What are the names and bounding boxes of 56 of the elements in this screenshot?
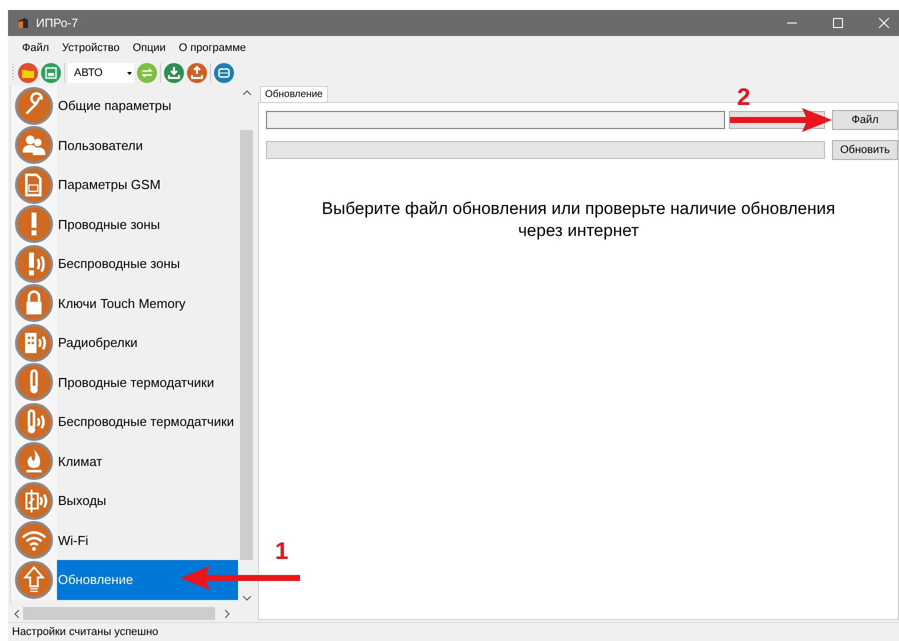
tab[interactable]: Обновление: [260, 86, 328, 102]
grip-icon: [12, 63, 15, 83]
sidebar-item[interactable]: Проводные зоны: [11, 204, 238, 244]
sidebar-item[interactable]: Климат: [11, 442, 238, 481]
status-text: Настройки считаны успешно: [12, 624, 158, 640]
wrench-icon: [15, 86, 53, 125]
download-icon[interactable]: [164, 63, 184, 83]
thermometer-icon: [15, 363, 53, 402]
menu-item[interactable]: Устройство: [56, 40, 126, 56]
mode-select[interactable]: АВТО: [68, 63, 134, 83]
sidebar-item[interactable]: Параметры GSM: [11, 165, 238, 204]
sidebar-item[interactable]: Обновление: [11, 560, 238, 600]
menu-item[interactable]: Опции: [126, 40, 172, 56]
sidebar-item[interactable]: Беспроводные зоны: [11, 244, 238, 284]
sync-icon[interactable]: [137, 63, 157, 83]
scroll-down-icon[interactable]: [242, 596, 250, 601]
device-icon[interactable]: [214, 63, 234, 83]
scroll-up-icon[interactable]: [242, 90, 250, 95]
users-icon: [15, 126, 53, 164]
annotation-number: 1: [275, 540, 288, 564]
flame-icon: [15, 442, 53, 480]
relay-icon: [15, 482, 53, 520]
remote-icon: [15, 324, 53, 362]
update-button[interactable]: Обновить: [832, 140, 898, 160]
sidebar-item[interactable]: Wi-Fi: [11, 520, 238, 560]
sidebar-item[interactable]: Пользователи: [11, 126, 238, 165]
dropdown-caret-icon: [127, 72, 132, 74]
scroll-thumb[interactable]: [23, 607, 215, 620]
exclamation-waves-icon: [15, 244, 53, 283]
menu-item[interactable]: Файл: [16, 40, 56, 56]
upload-icon[interactable]: [187, 63, 207, 83]
annotation-number: 2: [737, 86, 750, 110]
status-message: Выберите файл обновления или проверьте наличие обновления через интернет: [320, 198, 836, 242]
padlock-icon: [15, 284, 53, 322]
file-button[interactable]: Файл: [832, 110, 898, 130]
wifi-icon: [15, 521, 53, 560]
sim-card-icon: [15, 166, 53, 204]
save-icon[interactable]: [41, 63, 61, 83]
file-path-field[interactable]: [266, 111, 725, 129]
sidebar-item[interactable]: Выходы: [11, 481, 238, 520]
scroll-right-icon[interactable]: [225, 610, 230, 618]
maximize-icon[interactable]: [833, 18, 843, 28]
sidebar-item[interactable]: Общие параметры: [11, 86, 238, 126]
sidebar-item[interactable]: Ключи Touch Memory: [11, 284, 238, 323]
sidebar-item[interactable]: Беспроводные термодатчики: [11, 402, 238, 442]
app-icon: [16, 16, 30, 30]
sidebar-item[interactable]: Проводные термодатчики: [11, 362, 238, 402]
scroll-thumb[interactable]: [240, 130, 253, 560]
folder-icon[interactable]: [18, 63, 38, 83]
exclamation-icon: [15, 205, 53, 244]
sidebar-item[interactable]: Радиобрелки: [11, 323, 238, 362]
close-icon[interactable]: [879, 18, 889, 28]
window-title: ИПРо-7: [36, 15, 78, 32]
scroll-left-icon[interactable]: [14, 610, 19, 618]
menu-item[interactable]: О программе: [172, 40, 252, 56]
thermometer-waves-icon: [15, 402, 53, 441]
